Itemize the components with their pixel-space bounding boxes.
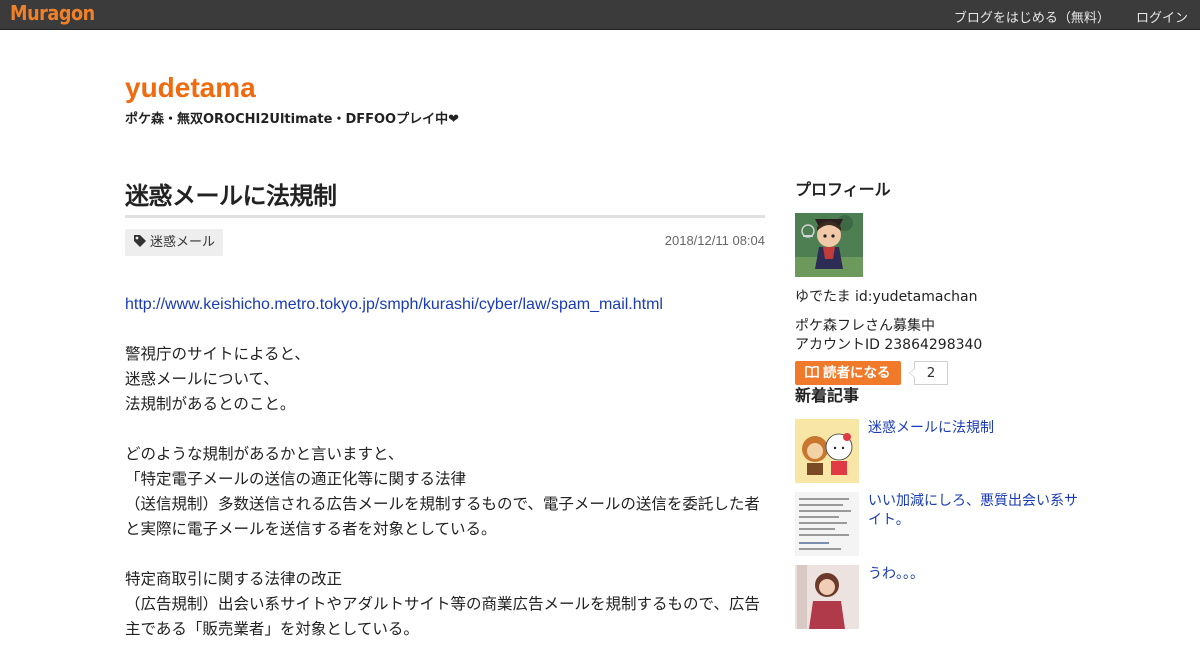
- blog-subtitle: ポケ森・無双OROCHI2Ultimate・DFFOOプレイ中❤: [125, 112, 459, 127]
- follower-count[interactable]: 2: [909, 361, 948, 385]
- login-link[interactable]: ログイン: [1136, 11, 1188, 26]
- title-divider: [125, 215, 765, 218]
- paragraph: どのような規制があるかと言いますと、 「特定電子メールの送信の適正化等に関する法…: [125, 442, 765, 542]
- recent-posts: 迷惑メールに法規制 いい加減にしろ、悪質出会い系サイト。 うわ。。。: [795, 419, 1078, 629]
- body-line: 「特定電子メールの送信の適正化等に関する法律: [125, 470, 467, 488]
- top-nav: ブログをはじめる（無料） ログイン: [932, 7, 1188, 26]
- profile-desc-line: アカウントID 23864298340: [795, 337, 983, 353]
- start-blog-link[interactable]: ブログをはじめる（無料）: [954, 11, 1110, 26]
- body-line: 特定商取引に関する法律の改正: [125, 570, 343, 588]
- sidebar: プロフィール ゆでたま id:yudetamachan ポケ森フレさん募集中 ア…: [795, 180, 1078, 638]
- body-line: （送信規制）多数送信される広告メールを規制するもので、電子メールの送信を委託した…: [125, 495, 760, 538]
- post-date: 2018/12/11 08:04: [664, 233, 765, 248]
- top-bar: Muragon ブログをはじめる（無料） ログイン: [0, 0, 1200, 30]
- list-item[interactable]: いい加減にしろ、悪質出会い系サイト。: [795, 492, 1078, 556]
- avatar-image: [795, 213, 863, 277]
- paragraph: 警視庁のサイトによると、 迷惑メールについて、 法規制があるとのこと。: [125, 342, 765, 417]
- recent-post-link[interactable]: 迷惑メールに法規制: [868, 419, 1078, 438]
- book-icon: [805, 366, 819, 378]
- list-item[interactable]: うわ。。。: [795, 565, 1075, 629]
- profile-desc-line: ポケ森フレさん募集中: [795, 318, 935, 334]
- thumbnail-image: [795, 565, 859, 629]
- paragraph: 特定商取引に関する法律の改正 （広告規制）出会い系サイトやアダルトサイト等の商業…: [125, 567, 765, 642]
- profile-name: ゆでたま id:yudetamachan: [795, 289, 978, 305]
- follow-button[interactable]: 読者になる: [795, 361, 901, 385]
- post-title: 迷惑メールに法規制: [125, 182, 337, 210]
- profile-description: ポケ森フレさん募集中 アカウントID 23864298340: [795, 317, 1075, 355]
- recent-post-link[interactable]: いい加減にしろ、悪質出会い系サイト。: [868, 492, 1078, 530]
- post-body: http://www.keishicho.metro.tokyo.jp/smph…: [125, 292, 765, 642]
- tag-label: 迷惑メール: [150, 235, 216, 250]
- post-meta: 迷惑メール 2018/12/11 08:04: [125, 229, 765, 259]
- tag-chip[interactable]: 迷惑メール: [125, 229, 224, 256]
- follow-button-label: 読者になる: [823, 365, 891, 381]
- body-line: 警視庁のサイトによると、: [125, 345, 310, 363]
- body-line: 迷惑メールについて、: [125, 370, 279, 388]
- avatar[interactable]: [795, 213, 863, 277]
- blog-title[interactable]: yudetama: [125, 72, 256, 104]
- list-item[interactable]: 迷惑メールに法規制: [795, 419, 1075, 483]
- profile-heading: プロフィール: [795, 180, 891, 199]
- recent-post-link[interactable]: うわ。。。: [868, 565, 1078, 584]
- article: 迷惑メールに法規制 迷惑メール 2018/12/11 08:04 http://…: [125, 180, 765, 667]
- body-line: 法規制があるとのこと。: [125, 395, 296, 413]
- recent-thumbnail[interactable]: [795, 419, 859, 483]
- follow-widget: 読者になる 2: [795, 361, 1075, 386]
- body-line: （広告規制）出会い系サイトやアダルトサイト等の商業広告メールを規制するもので、広…: [125, 595, 760, 638]
- recent-thumbnail[interactable]: [795, 565, 859, 629]
- recent-thumbnail[interactable]: [795, 492, 859, 556]
- thumbnail-image: [795, 492, 859, 556]
- muragon-logo[interactable]: Muragon: [10, 1, 95, 25]
- tag-icon: [134, 235, 146, 247]
- source-link[interactable]: http://www.keishicho.metro.tokyo.jp/smph…: [125, 296, 663, 313]
- thumbnail-image: [795, 419, 859, 483]
- body-line: どのような規制があるかと言いますと、: [125, 445, 404, 463]
- recent-heading: 新着記事: [795, 386, 860, 405]
